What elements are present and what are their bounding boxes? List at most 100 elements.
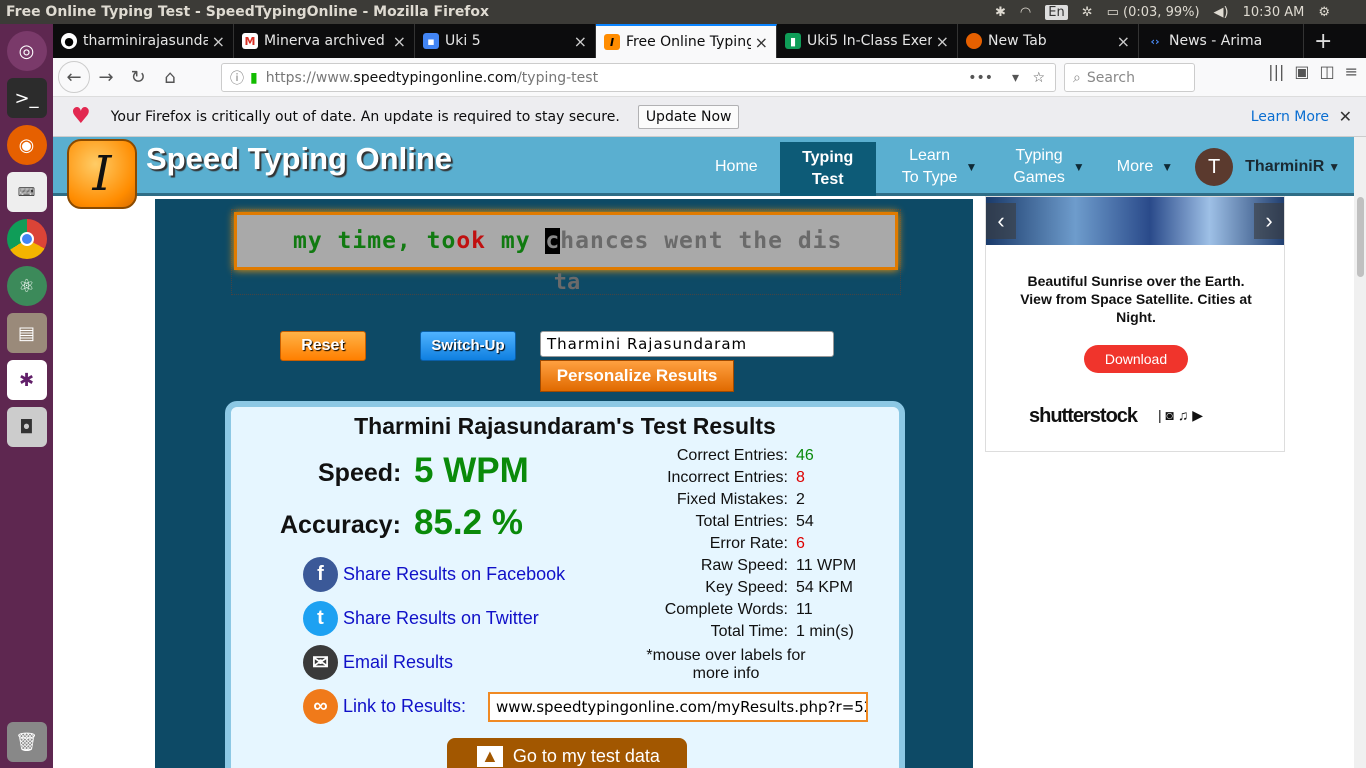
files-icon[interactable]: ▤ <box>6 313 47 353</box>
site-header: Speed Typing Online Home Typing Test Lea… <box>53 137 1354 196</box>
firefox-icon <box>966 33 982 49</box>
sidebar-icon[interactable]: ◫ <box>1319 62 1334 81</box>
power-icon[interactable]: ⚙ <box>1318 5 1330 20</box>
stat-label[interactable]: Key Speed: <box>611 579 796 601</box>
results-link-field[interactable]: www.speedtypingonline.com/myResults.php?… <box>488 692 868 722</box>
slack-tray-icon[interactable]: ✱ <box>995 5 1006 20</box>
ad-next-icon[interactable]: › <box>1254 203 1284 239</box>
mouse-over-note: *mouse over labels for more info <box>646 647 806 682</box>
menu-home[interactable]: Home <box>693 139 780 195</box>
stat-label[interactable]: Complete Words: <box>611 601 796 623</box>
tab-slides[interactable]: ▪ Uki 5 × <box>415 24 596 58</box>
reload-icon[interactable]: ↻ <box>122 61 154 93</box>
home-icon[interactable]: ⌂ <box>154 61 186 93</box>
learn-more-link[interactable]: Learn More <box>1251 109 1329 125</box>
close-tab-icon[interactable]: × <box>574 32 587 51</box>
menu-icon[interactable]: ≡ <box>1345 62 1358 81</box>
site-logo[interactable]: I <box>67 139 137 209</box>
volume-icon[interactable]: ◀) <box>1214 5 1229 20</box>
menu-typing-test[interactable]: Typing Test <box>779 141 876 196</box>
back-icon[interactable]: ← <box>58 61 90 93</box>
personalize-results-button[interactable]: Personalize Results <box>540 360 734 392</box>
ad-download-button[interactable]: Download <box>1084 345 1188 373</box>
wifi-icon[interactable]: ◠ <box>1020 5 1031 20</box>
menu-typing-games[interactable]: Typing Games ▼ <box>995 139 1102 195</box>
stat-value: 1 min(s) <box>796 623 854 640</box>
chrome-icon[interactable] <box>6 219 47 259</box>
stat-value: 8 <box>796 469 805 486</box>
battery-indicator[interactable]: ▭ (0:03, 99%) <box>1107 5 1200 20</box>
reset-button[interactable]: Reset <box>280 331 366 361</box>
email-results-link[interactable]: ✉ Email Results <box>303 645 453 680</box>
menu-more[interactable]: More ▼ <box>1103 139 1187 195</box>
scrollbar-thumb[interactable] <box>1357 197 1364 277</box>
typing-area[interactable]: my time, to ok my c hances went the dis ta <box>231 209 901 295</box>
bluetooth-icon[interactable]: ✲ <box>1082 5 1093 20</box>
tab-github[interactable]: ● tharminirajasundaram × <box>53 24 234 58</box>
stat-label[interactable]: Error Rate: <box>611 535 796 557</box>
stat-label[interactable]: Correct Entries: <box>611 447 796 469</box>
page-actions-icon[interactable]: ••• <box>968 70 993 86</box>
clock[interactable]: 10:30 AM <box>1243 5 1305 20</box>
url-bar[interactable]: ⓘ ▮ https://www. speedtypingonline.com/ty… <box>221 63 1056 92</box>
results-box: Tharmini Rajasundaram's Test Results Spe… <box>225 401 905 768</box>
ubuntu-dash-icon[interactable]: ◎ <box>6 31 47 71</box>
stat-value: 2 <box>796 491 805 508</box>
name-input[interactable]: Tharmini Rajasundaram <box>540 331 834 357</box>
stat-label[interactable]: Raw Speed: <box>611 557 796 579</box>
advertisement[interactable]: ‹ › Beautiful Sunrise over the Earth. Vi… <box>985 196 1285 452</box>
go-to-test-data-button[interactable]: ▲ Go to my test data <box>447 738 687 768</box>
speed-label[interactable]: Speed: <box>318 459 401 488</box>
share-facebook-link[interactable]: f Share Results on Facebook <box>303 557 565 592</box>
info-icon[interactable]: ⓘ <box>230 68 244 88</box>
gmail-icon: M <box>242 33 258 49</box>
stat-label[interactable]: Total Time: <box>611 623 796 645</box>
new-tab-button[interactable]: + <box>1304 29 1342 54</box>
update-now-button[interactable]: Update Now <box>637 104 740 129</box>
search-bar[interactable]: ⌕ Search <box>1064 63 1195 92</box>
menu-learn-to-type[interactable]: Learn To Type ▼ <box>876 139 996 195</box>
close-tab-icon[interactable]: × <box>936 32 949 51</box>
atom-icon[interactable]: ⚛ <box>6 266 47 306</box>
navigation-bar: ← → ↻ ⌂ ⓘ ▮ https://www. speedtypingonlin… <box>53 58 1366 97</box>
language-indicator[interactable]: En <box>1045 4 1068 20</box>
close-tab-icon[interactable]: × <box>1117 32 1130 51</box>
stat-label[interactable]: Fixed Mistakes: <box>611 491 796 513</box>
terminal-icon[interactable]: >_ <box>6 78 47 118</box>
close-tab-icon[interactable]: × <box>393 32 406 51</box>
share-twitter-link[interactable]: t Share Results on Twitter <box>303 601 539 636</box>
downloads-icon[interactable]: ▣ <box>1294 62 1309 81</box>
typed-error-text: ok <box>456 228 487 254</box>
stat-value: 6 <box>796 535 805 552</box>
site-title[interactable]: Speed Typing Online <box>146 141 452 177</box>
dropdown-arrow-icon: ▼ <box>965 159 978 174</box>
bookmark-star-icon[interactable]: ☆ <box>1032 70 1045 86</box>
close-tab-icon[interactable]: × <box>755 33 768 52</box>
facebook-icon: f <box>303 557 338 592</box>
page-scrollbar[interactable] <box>1354 137 1366 768</box>
stat-value: 11 WPM <box>796 557 857 574</box>
window-title: Free Online Typing Test - SpeedTypingOnl… <box>6 4 490 20</box>
tab-typing-test[interactable]: I Free Online Typing Test × <box>596 24 777 58</box>
tab-news[interactable]: ‹› News - Arima <box>1139 24 1304 58</box>
tab-classroom[interactable]: ▮ Uki5 In-Class Exercise × <box>777 24 958 58</box>
close-notification-icon[interactable]: ✕ <box>1339 107 1352 126</box>
tab-new-tab[interactable]: New Tab × <box>958 24 1139 58</box>
accuracy-label[interactable]: Accuracy: <box>280 511 401 540</box>
library-icon[interactable]: ||| <box>1268 62 1284 81</box>
tab-gmail[interactable]: M Minerva archived × <box>234 24 415 58</box>
stat-label[interactable]: Incorrect Entries: <box>611 469 796 491</box>
firefox-launcher-icon[interactable]: ◉ <box>6 125 47 165</box>
slack-icon[interactable]: ✱ <box>6 360 47 400</box>
ad-prev-icon[interactable]: ‹ <box>986 203 1016 239</box>
link-to-results[interactable]: ∞ Link to Results: <box>303 689 466 724</box>
pocket-icon[interactable]: ▾ <box>1012 70 1019 86</box>
stat-label[interactable]: Total Entries: <box>611 513 796 535</box>
trash-icon[interactable]: 🗑 <box>6 722 47 762</box>
keyboard-app-icon[interactable]: ⌨ <box>6 172 47 212</box>
close-tab-icon[interactable]: × <box>212 32 225 51</box>
forward-icon[interactable]: → <box>90 61 122 93</box>
screenshot-icon[interactable]: ◘ <box>6 407 47 447</box>
switch-up-button[interactable]: Switch-Up <box>420 331 516 361</box>
user-menu[interactable]: T TharminiR ▼ <box>1187 139 1348 195</box>
